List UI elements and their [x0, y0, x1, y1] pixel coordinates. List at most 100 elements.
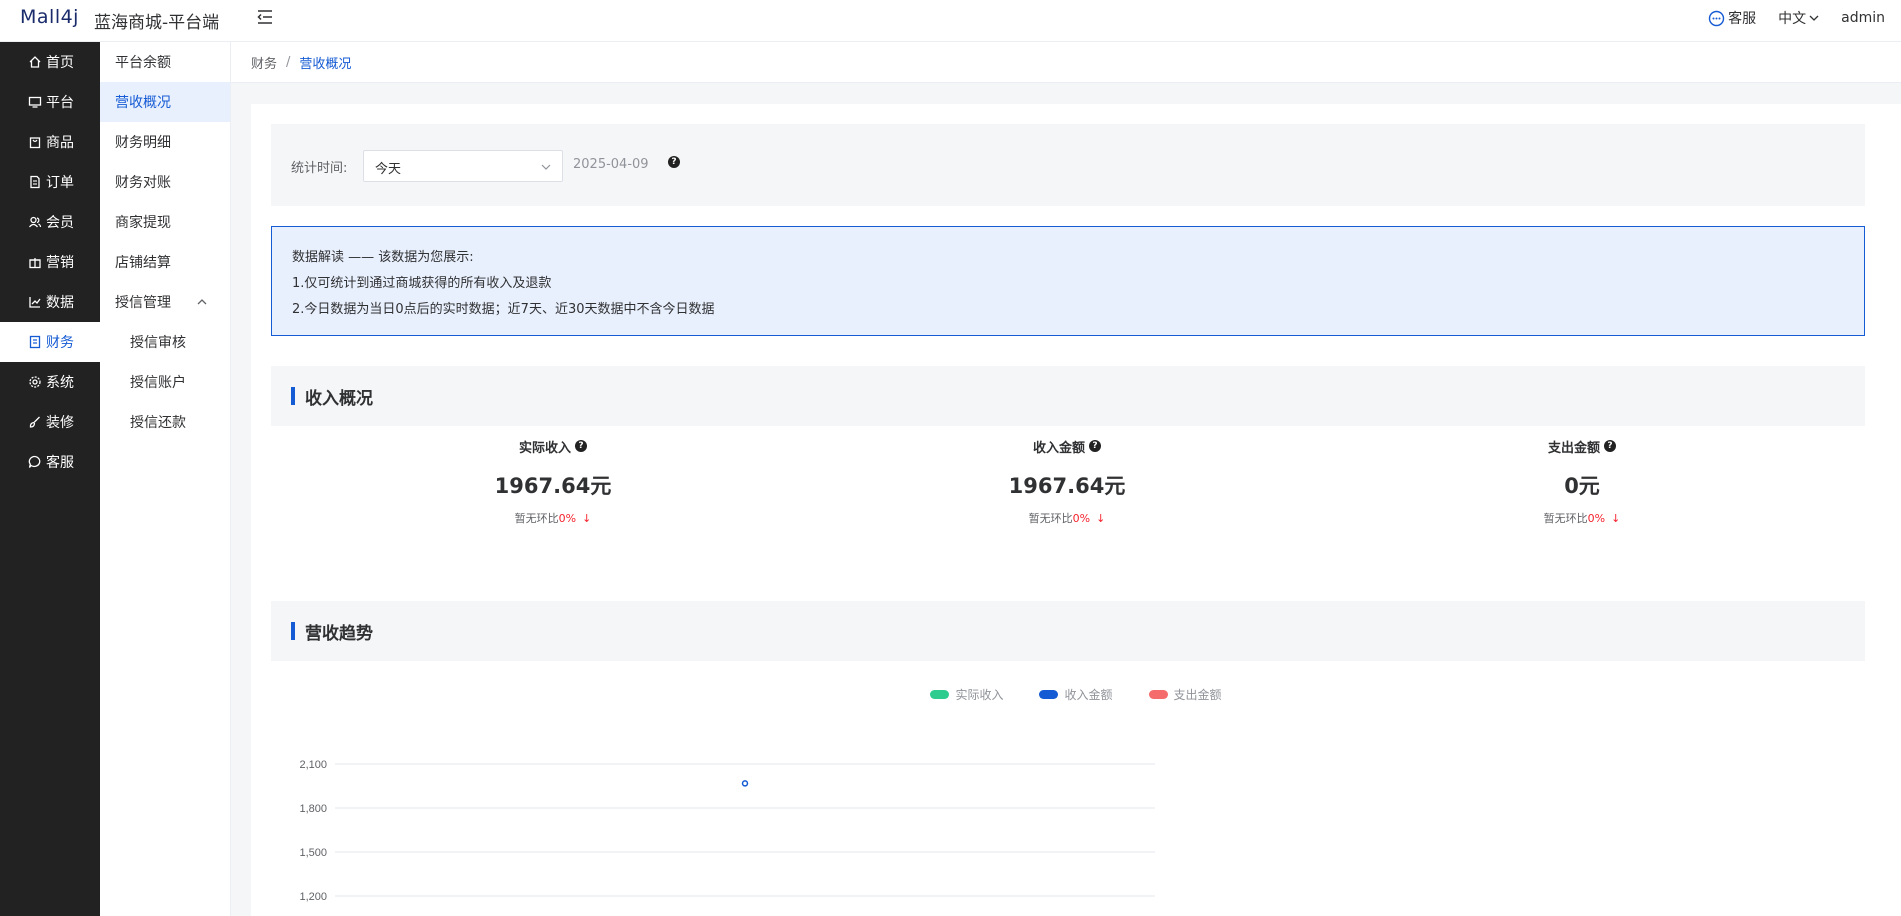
nav-item-finance[interactable]: 财务 [0, 322, 100, 362]
chart-legend: 实际收入 收入金额 支出金额 [251, 684, 1901, 704]
stat-compare: 暂无环比0% ↓ [1462, 510, 1702, 526]
customer-service-link[interactable]: 客服 [1708, 8, 1756, 28]
stat-value: 0元 [1564, 474, 1600, 498]
sub-item-credit-account[interactable]: 授信账户 [100, 362, 230, 402]
logo[interactable]: Mall4j [20, 6, 79, 28]
nav-item-marketing[interactable]: 营销 [0, 242, 100, 282]
user-name: admin [1841, 10, 1885, 26]
legend-label: 收入金额 [1064, 687, 1113, 702]
compare-label: 环比 [1565, 512, 1588, 525]
brush-icon [29, 416, 40, 428]
nav-item-orders[interactable]: 订单 [0, 162, 100, 202]
main-nav: 首页 平台 商品 订单 会员 营销 数据 财务 系统 装修 客服 [0, 42, 100, 916]
stat-actual-income: 实际收入? 1967.64元 暂无环比0% ↓ [433, 436, 673, 526]
breadcrumb-parent[interactable]: 财务 [251, 53, 277, 72]
sub-nav: 平台余额 营收概况 财务明细 财务对账 商家提现 店铺结算 授信管理 授信审核 … [100, 42, 231, 916]
breadcrumb-current: 营收概况 [299, 56, 352, 72]
data-point-income-amount[interactable] [741, 780, 749, 787]
nav-item-decoration[interactable]: 装修 [0, 402, 100, 442]
customer-service-label: 客服 [1728, 11, 1757, 27]
chevron-up-icon [197, 299, 207, 305]
time-range-select[interactable]: 今天 [363, 150, 563, 182]
compare-pct: 0% [1587, 512, 1606, 525]
sub-item-merchant-withdraw[interactable]: 商家提现 [100, 202, 230, 242]
stat-expense-amount: 支出金额? 0元 暂无环比0% ↓ [1462, 436, 1702, 526]
main-card: 统计时间: 今天 2025-04-09 ? 数据解读 —— 该数据为您展示: 1… [251, 104, 1901, 916]
nav-label: 首页 [46, 55, 74, 71]
income-stats: 实际收入? 1967.64元 暂无环比0% ↓ 收入金额? 1967.64元 暂无… [271, 436, 1865, 556]
income-section-title: 收入概况 [305, 388, 373, 409]
nav-label: 系统 [46, 375, 74, 391]
legend-swatch [930, 689, 950, 699]
sub-item-platform-balance[interactable]: 平台余额 [100, 42, 230, 82]
time-range-value: 今天 [375, 162, 402, 177]
user-menu[interactable]: admin [1841, 10, 1885, 26]
stat-label: 实际收入 [518, 440, 571, 456]
chat-icon [28, 455, 41, 468]
sub-item-finance-detail[interactable]: 财务明细 [100, 122, 230, 162]
chart-icon [29, 297, 41, 308]
users-icon [28, 216, 42, 228]
language-select[interactable]: 中文 [1778, 8, 1819, 28]
nav-item-system[interactable]: 系统 [0, 362, 100, 402]
help-icon[interactable]: ? [1604, 440, 1616, 452]
help-icon[interactable]: ? [575, 440, 587, 452]
nav-item-platform[interactable]: 平台 [0, 82, 100, 122]
legend-item-income-amount[interactable]: 收入金额 [1039, 684, 1113, 704]
document-icon [30, 175, 40, 189]
notice-line-3: 2.今日数据为当日0点后的实时数据；近7天、近30天数据中不含今日数据 [292, 302, 715, 317]
section-accent-bar [291, 622, 295, 640]
help-icon[interactable]: ? [668, 156, 680, 168]
nav-item-service[interactable]: 客服 [0, 442, 100, 482]
sub-item-reconciliation[interactable]: 财务对账 [100, 162, 230, 202]
compare-prefix: 暂无 [1543, 512, 1566, 525]
legend-swatch [1039, 689, 1059, 699]
home-icon [29, 56, 41, 68]
sub-item-credit-review[interactable]: 授信审核 [100, 322, 230, 362]
stat-label: 支出金额 [1547, 440, 1600, 456]
chat-bubble-icon [1708, 10, 1725, 26]
nav-label: 商品 [46, 135, 74, 151]
nav-item-members[interactable]: 会员 [0, 202, 100, 242]
language-label: 中文 [1778, 11, 1807, 27]
stat-value: 1967.64元 [1008, 474, 1126, 498]
monitor-icon [28, 96, 42, 108]
legend-item-actual-income[interactable]: 实际收入 [930, 684, 1003, 704]
revenue-trend-chart: 2,100 1,800 1,500 1,200 [299, 759, 1155, 903]
filter-bar: 统计时间: 今天 2025-04-09 ? [271, 124, 1865, 206]
nav-label: 会员 [46, 215, 74, 231]
menu-collapse-icon[interactable] [256, 8, 274, 26]
help-icon[interactable]: ? [1089, 440, 1101, 452]
sub-item-credit-repayment[interactable]: 授信还款 [100, 402, 230, 442]
stat-compare: 暂无环比0% ↓ [433, 510, 673, 526]
stat-income-amount: 收入金额? 1967.64元 暂无环比0% ↓ [947, 436, 1187, 526]
nav-item-data[interactable]: 数据 [0, 282, 100, 322]
compare-label: 环比 [536, 512, 559, 525]
gift-icon [29, 258, 41, 269]
chevron-down-icon [541, 164, 551, 170]
nav-item-products[interactable]: 商品 [0, 122, 100, 162]
y-tick-label: 1,800 [299, 803, 327, 815]
y-tick-label: 1,500 [299, 847, 327, 859]
nav-label: 装修 [46, 415, 74, 431]
finance-icon [29, 335, 41, 349]
section-accent-bar [291, 387, 295, 405]
top-bar: Mall4j 蓝海商城-平台端 客服 中文 admin [0, 0, 1901, 42]
content-area: 财务 / 营收概况 统计时间: 今天 2025-04-09 ? 数据解读 —— … [231, 42, 1901, 916]
nav-item-home[interactable]: 首页 [0, 42, 100, 82]
trend-section-header: 营收趋势 [271, 601, 1865, 661]
chevron-down-icon [1809, 15, 1819, 21]
stat-value: 1967.64元 [494, 474, 612, 498]
filter-label: 统计时间: [291, 161, 348, 176]
legend-item-expense-amount[interactable]: 支出金额 [1148, 684, 1222, 704]
nav-label: 数据 [46, 295, 74, 311]
sub-item-shop-settlement[interactable]: 店铺结算 [100, 242, 230, 282]
site-title: 蓝海商城-平台端 [94, 13, 220, 33]
nav-label: 平台 [46, 95, 74, 111]
sub-item-credit-management[interactable]: 授信管理 [100, 282, 230, 322]
notice-line-2: 1.仅可统计到通过商城获得的所有收入及退款 [292, 276, 552, 291]
sub-item-revenue-overview[interactable]: 营收概况 [100, 82, 230, 122]
legend-label: 支出金额 [1173, 687, 1222, 702]
data-notice: 数据解读 —— 该数据为您展示: 1.仅可统计到通过商城获得的所有收入及退款 2… [271, 226, 1865, 336]
nav-label: 客服 [46, 455, 74, 471]
